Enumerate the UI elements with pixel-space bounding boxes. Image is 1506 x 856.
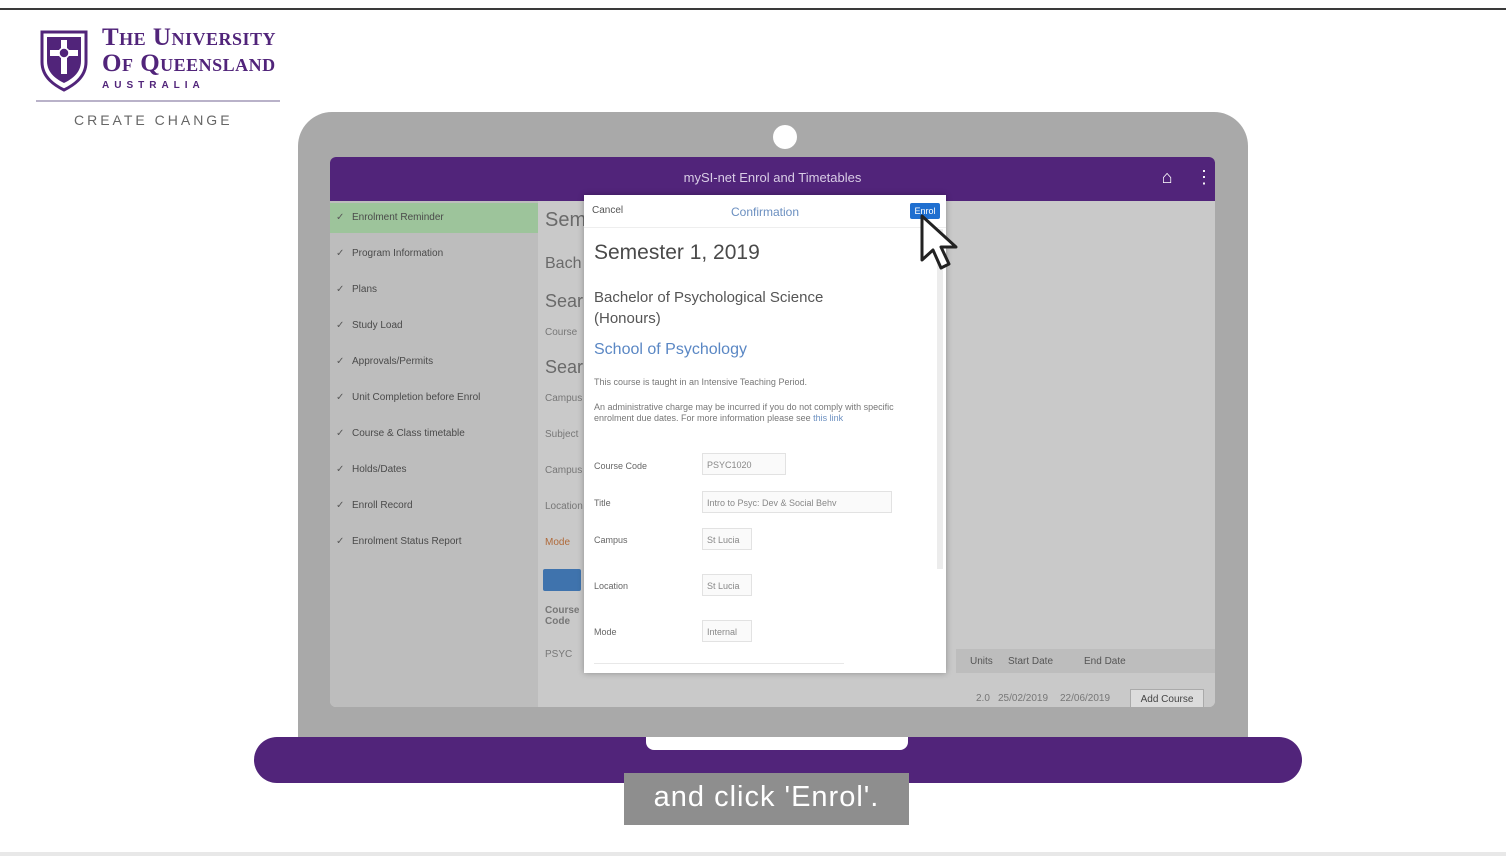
bg-table-units: 2.0	[976, 693, 990, 704]
bg-search-button[interactable]	[543, 569, 581, 591]
column-header: End Date	[1084, 656, 1126, 667]
video-caption: and click 'Enrol'.	[624, 773, 909, 825]
sidebar-item-enrolment-reminder[interactable]: ✓ Enrolment Reminder	[330, 203, 538, 233]
sidebar-item-label: Study Load	[352, 320, 403, 331]
bg-heading: Bach	[545, 255, 582, 272]
bg-table-header: Units Start Date End Date	[956, 649, 1215, 673]
program-name: Bachelor of Psychological Science (Honou…	[594, 289, 824, 327]
bg-label: Campus	[545, 465, 583, 476]
home-icon[interactable]: ⌂	[1157, 167, 1177, 187]
sidebar-item-approvals[interactable]: ✓ Approvals/Permits	[330, 347, 538, 377]
sidebar-item-program-information[interactable]: ✓ Program Information	[330, 239, 538, 269]
bg-label: Subject	[545, 429, 579, 440]
uq-crest-icon	[40, 30, 88, 92]
check-icon: ✓	[336, 248, 345, 259]
check-icon: ✓	[336, 464, 345, 475]
sidebar-item-label: Enroll Record	[352, 500, 413, 511]
more-vertical-icon[interactable]: ⋮	[1195, 167, 1213, 187]
bg-table-end: 22/06/2019	[1060, 693, 1111, 704]
school-name: School of Psychology	[594, 341, 747, 358]
field-label: Title	[594, 498, 611, 508]
sidebar-item-holds-dates[interactable]: ✓ Holds/Dates	[330, 455, 538, 485]
intensive-note: This course is taught in an Intensive Te…	[594, 377, 807, 387]
app-title: mySI-net Enrol and Timetables	[683, 170, 862, 185]
sidebar-item-label: Holds/Dates	[352, 464, 407, 475]
sidebar-item-unit-completion[interactable]: ✓ Unit Completion before Enrol	[330, 383, 538, 413]
check-icon: ✓	[336, 392, 345, 403]
sidebar-item-label: Plans	[352, 284, 378, 295]
field-label: Campus	[594, 535, 628, 545]
laptop-base-notch	[646, 737, 908, 750]
laptop-camera	[773, 125, 797, 149]
uq-logo: The University Of Queensland AUSTRALIA C…	[34, 24, 284, 134]
info-link[interactable]: this link	[813, 413, 843, 423]
sidebar-item-label: Enrolment Status Report	[352, 536, 462, 547]
add-course-button[interactable]: Add Course	[1130, 689, 1204, 707]
check-icon: ✓	[336, 428, 345, 439]
bg-label: Mode	[545, 537, 571, 548]
title-field: Intro to Psyc: Dev & Social Behv	[702, 491, 892, 513]
logo-line2: Of Queensland	[102, 50, 276, 77]
sidebar-item-label: Course & Class timetable	[352, 428, 465, 439]
bg-heading: Sear	[545, 291, 584, 311]
sidebar: ✓ Enrolment Reminder ✓ Program Informati…	[330, 201, 538, 707]
logo-divider	[36, 100, 280, 102]
sidebar-item-label: Unit Completion before Enrol	[352, 392, 481, 403]
confirmation-modal: Cancel Confirmation Enrol Semester 1, 20…	[584, 195, 946, 673]
sidebar-item-status-report[interactable]: ✓ Enrolment Status Report	[330, 527, 538, 557]
bg-heading: Sem	[545, 209, 587, 231]
mode-field: Internal	[702, 620, 752, 642]
check-icon: ✓	[336, 320, 345, 331]
sidebar-item-course-timetable[interactable]: ✓ Course & Class timetable	[330, 419, 538, 449]
check-icon: ✓	[336, 284, 345, 295]
bottom-rule	[0, 852, 1506, 856]
modal-divider	[594, 663, 844, 664]
pointer-cursor-icon	[920, 214, 958, 270]
field-label: Course Code	[594, 461, 648, 471]
sidebar-item-study-load[interactable]: ✓ Study Load	[330, 311, 538, 341]
check-icon: ✓	[336, 536, 345, 547]
check-icon: ✓	[336, 356, 345, 367]
bg-heading: Sear	[545, 357, 584, 377]
column-header: Start Date	[1008, 656, 1054, 667]
sidebar-item-plans[interactable]: ✓ Plans	[330, 275, 538, 305]
bg-label: Course	[545, 327, 578, 338]
location-field: St Lucia	[702, 574, 752, 596]
bg-table-left-header: Course Code	[545, 605, 580, 627]
top-rule	[0, 8, 1506, 10]
check-icon: ✓	[336, 212, 345, 223]
campus-field: St Lucia	[702, 528, 752, 550]
admin-charge-note: An administrative charge may be incurred…	[594, 402, 924, 424]
logo-line1: The University	[102, 24, 277, 51]
bg-label: Campus	[545, 393, 583, 404]
logo-tagline: CREATE CHANGE	[74, 112, 233, 128]
sidebar-item-label: Program Information	[352, 248, 444, 259]
check-icon: ✓	[336, 500, 345, 511]
sidebar-item-enroll-record[interactable]: ✓ Enroll Record	[330, 491, 538, 521]
column-header: Units	[970, 656, 993, 667]
modal-topbar: Cancel Confirmation Enrol	[584, 195, 946, 228]
sidebar-item-label: Approvals/Permits	[352, 356, 434, 367]
admin-charge-text: An administrative charge may be incurred…	[594, 402, 894, 423]
bg-table-start: 25/02/2019	[998, 693, 1049, 704]
bg-label: Location	[545, 501, 583, 512]
bg-table-code: PSYC	[545, 649, 573, 660]
field-label: Location	[594, 581, 629, 591]
sidebar-item-label: Enrolment Reminder	[352, 212, 444, 223]
modal-heading: Confirmation	[730, 205, 800, 219]
field-label: Mode	[594, 627, 617, 637]
logo-country: AUSTRALIA	[102, 80, 205, 91]
course-code-field: PSYC1020	[702, 453, 786, 475]
semester-title: Semester 1, 2019	[594, 241, 760, 264]
modal-scrollbar[interactable]	[937, 229, 943, 569]
